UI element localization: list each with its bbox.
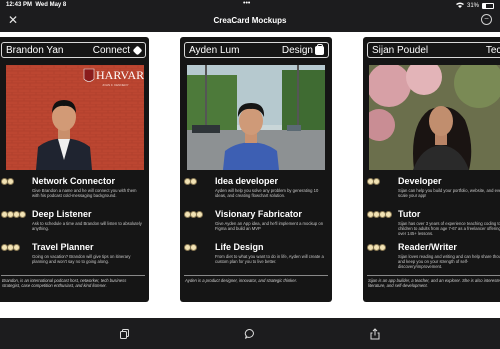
card-role-label: Tech [485,45,500,56]
card-divider [184,275,328,276]
ability-desc: From diet to what you want to do in life… [215,254,324,265]
card-divider [1,275,145,276]
ability-desc: Ask to schedule a time and Brandon will … [32,221,142,232]
coin-icon [367,211,392,218]
card-sijan[interactable]: Sijan Poudel Tech Developer Sijan can he… [363,37,500,302]
bottom-toolbar [0,318,500,349]
page-title: CreaCard Mockups [213,16,287,25]
more-options-icon[interactable]: − [481,14,492,25]
share-icon[interactable] [369,327,381,340]
card-role: Design [281,44,324,56]
title-bar: ✕ CreaCard Mockups − [0,10,500,32]
ability-desc: Sijan loves reading and writing and can … [398,254,500,270]
coin-icon [1,244,20,251]
ability-desc: Going on vacation? Brandon will give tip… [32,254,131,265]
coin-icon [184,178,197,185]
card-header: Brandon Yan Connect [1,42,146,58]
coin-icon [1,211,26,218]
status-right: 31% [455,2,494,10]
ability-desc: Ayden will help you solve any problem by… [215,188,319,199]
card-flavor-text: Ayden is a product designer, innovator, … [185,278,298,283]
multitask-dots[interactable]: ••• [243,0,250,7]
ability-desc: Sijan has over 3 years of experience tea… [398,221,500,237]
ability-title: Developer [398,176,442,186]
card-flavor-text: Brandon, is an international podcast hos… [2,278,127,289]
coin-icon [367,244,386,251]
sign-subtext: JOHN F. KENNEDY [102,83,129,87]
role-icon [132,45,143,56]
battery-percent: 31% [466,3,479,9]
card-role: Connect [92,45,143,56]
coin-icon [367,178,380,185]
ability-title: Idea developer [215,176,279,186]
comment-icon[interactable] [244,327,256,339]
ability-desc: Give Ayden an App idea, and he'll implem… [215,221,324,232]
ability-title: Deep Listener [32,209,92,219]
card-header: Sijan Poudel Tech [367,42,500,58]
card-photo [187,65,325,170]
date-text: Wed May 8 [35,2,67,8]
sign-text: HARVAR [96,68,144,82]
card-flavor-text: Sijan is an app builder, a teacher, and … [368,278,500,289]
time-text: 12:43 PM [6,2,33,8]
coin-icon [184,211,203,218]
card-role-label: Design [281,45,313,56]
card-photo: HARVAR JOHN F. KENNEDY [6,65,144,170]
ability-title: Travel Planner [32,242,94,252]
status-time: 12:43 PM Wed May 8 [6,2,66,8]
card-name: Brandon Yan [6,45,64,56]
ability-title: Life Design [215,242,264,252]
card-name: Ayden Lum [189,45,240,56]
card-photo [369,65,500,170]
card-role: Tech [486,45,500,56]
briefcase-icon [315,44,324,55]
ability-desc: Sijan can help you build your portfolio,… [398,188,500,199]
status-bar: 12:43 PM Wed May 8 ••• 31% [0,0,500,10]
portrait-image: HARVAR JOHN F. KENNEDY [6,65,144,170]
card-role-label: Connect [92,45,130,56]
ability-title: Visionary Fabricator [215,209,302,219]
coin-icon [184,244,197,251]
ability-title: Tutor [398,209,421,219]
card-name: Sijan Poudel [372,45,429,56]
ability-desc: Give Brandon a name and he will connect … [32,188,137,199]
portrait-image [187,65,325,170]
ability-title: Reader/Writer [398,242,457,252]
board-canvas[interactable]: Brandon Yan Connect HARVAR JOHN F. KENNE… [0,32,500,318]
copy-icon[interactable] [119,327,131,339]
battery-icon [482,3,494,9]
wifi-icon [455,2,464,10]
portrait-image [369,65,500,170]
card-brandon[interactable]: Brandon Yan Connect HARVAR JOHN F. KENNE… [0,37,149,302]
coin-icon [1,178,14,185]
card-divider [367,275,500,276]
ability-title: Network Connector [32,176,116,186]
card-ayden[interactable]: Ayden Lum Design Idea developer Ayden wi… [180,37,332,302]
card-header: Ayden Lum Design [184,42,329,58]
